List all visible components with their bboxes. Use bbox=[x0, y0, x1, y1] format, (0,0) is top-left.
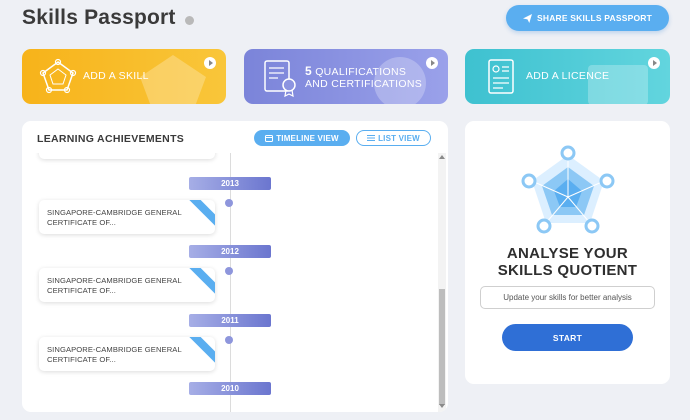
timeline[interactable]: 2013 SINGAPORE-CAMBRIDGE GENERAL CERTIFIC… bbox=[22, 153, 448, 412]
id-card-icon bbox=[488, 59, 514, 94]
timeline-dot bbox=[225, 267, 233, 275]
timeline-dot bbox=[225, 336, 233, 344]
radar-chart-icon bbox=[39, 58, 77, 94]
qualifications-count: 5 bbox=[305, 64, 312, 78]
list-icon bbox=[367, 135, 376, 141]
scroll-down-arrow-icon[interactable] bbox=[439, 404, 445, 408]
page-title: Skills Passport bbox=[22, 6, 176, 29]
list-item[interactable] bbox=[39, 153, 215, 159]
list-view-button[interactable]: LIST VIEW bbox=[356, 130, 431, 146]
achievement-card[interactable]: SINGAPORE-CAMBRIDGE GENERAL CERTIFICATE O… bbox=[39, 337, 215, 371]
qualifications-label: 5 QUALIFICATIONS AND CERTIFICATIONS bbox=[305, 65, 422, 90]
play-icon[interactable] bbox=[648, 57, 660, 69]
share-button-label: SHARE SKILLS PASSPORT bbox=[536, 13, 653, 23]
achievement-text: SINGAPORE-CAMBRIDGE GENERAL CERTIFICATE O… bbox=[47, 345, 182, 364]
achievement-card[interactable]: SINGAPORE-CAMBRIDGE GENERAL CERTIFICATE O… bbox=[39, 200, 215, 234]
skills-radar-icon bbox=[521, 145, 615, 234]
timeline-dot bbox=[225, 199, 233, 207]
learning-achievements-panel: LEARNING ACHIEVEMENTS TIMELINE VIEW LIST… bbox=[22, 121, 448, 412]
timeline-view-button[interactable]: TIMELINE VIEW bbox=[254, 130, 350, 146]
year-marker: 2010 bbox=[189, 382, 271, 395]
calendar-icon bbox=[265, 135, 274, 142]
info-icon[interactable] bbox=[185, 16, 194, 25]
achievement-card[interactable]: SINGAPORE-CAMBRIDGE GENERAL CERTIFICATE O… bbox=[39, 268, 215, 302]
learning-achievements-title: LEARNING ACHIEVEMENTS bbox=[37, 133, 185, 145]
scroll-up-arrow-icon[interactable] bbox=[439, 155, 445, 159]
achievement-text: SINGAPORE-CAMBRIDGE GENERAL CERTIFICATE O… bbox=[47, 276, 182, 295]
qualifications-card[interactable]: 5 QUALIFICATIONS AND CERTIFICATIONS bbox=[244, 49, 448, 104]
add-licence-label: ADD A LICENCE bbox=[526, 70, 610, 82]
analyse-skills-panel: ANALYSE YOUR SKILLS QUOTIENT Update your … bbox=[465, 121, 670, 384]
year-marker: 2012 bbox=[189, 245, 271, 258]
start-button[interactable]: START bbox=[502, 324, 633, 351]
list-view-label: LIST VIEW bbox=[378, 133, 420, 143]
add-licence-card[interactable]: ADD A LICENCE bbox=[465, 49, 670, 104]
qualifications-line1: QUALIFICATIONS bbox=[315, 66, 407, 78]
add-skill-card[interactable]: ADD A SKILL bbox=[22, 49, 226, 104]
share-skills-passport-button[interactable]: SHARE SKILLS PASSPORT bbox=[506, 5, 669, 31]
scrollbar-thumb[interactable] bbox=[439, 289, 445, 405]
play-icon[interactable] bbox=[426, 57, 438, 69]
certificate-icon bbox=[264, 60, 296, 98]
timeline-view-label: TIMELINE VIEW bbox=[276, 133, 339, 143]
paper-plane-icon bbox=[522, 13, 532, 23]
achievement-text: SINGAPORE-CAMBRIDGE GENERAL CERTIFICATE O… bbox=[47, 208, 182, 227]
year-marker: 2013 bbox=[189, 177, 271, 190]
year-marker: 2011 bbox=[189, 314, 271, 327]
timeline-line bbox=[230, 153, 231, 412]
qualifications-line2: AND CERTIFICATIONS bbox=[305, 78, 423, 90]
analyse-title: ANALYSE YOUR SKILLS QUOTIENT bbox=[497, 245, 638, 279]
add-skill-label: ADD A SKILL bbox=[83, 70, 149, 82]
play-icon[interactable] bbox=[204, 57, 216, 69]
update-skills-field[interactable]: Update your skills for better analysis bbox=[480, 286, 655, 309]
